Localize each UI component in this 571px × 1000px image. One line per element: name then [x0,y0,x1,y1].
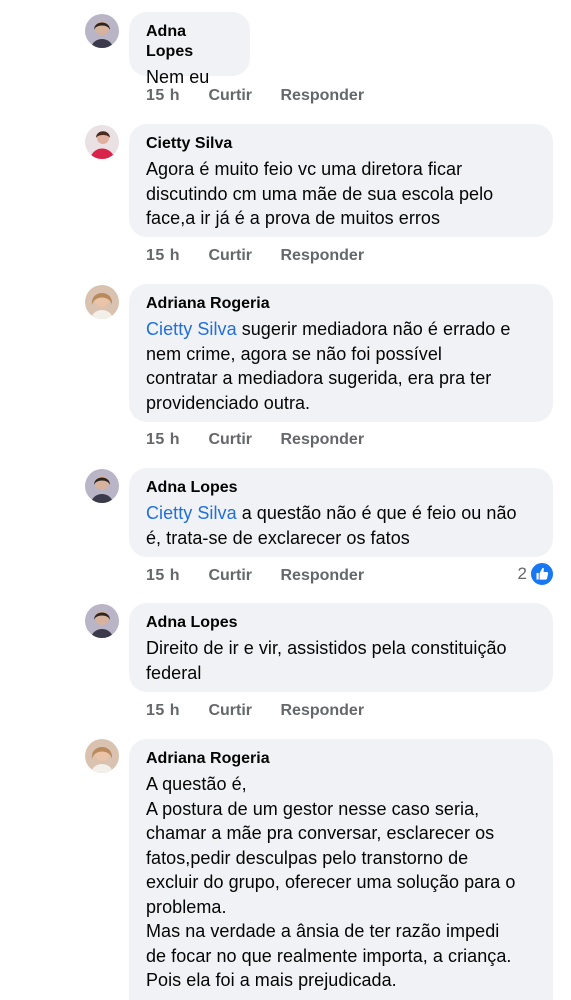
comment-bubble: Adna Lopes Direito de ir e vir, assistid… [129,603,553,692]
comment-line: é, trata-se de exclarecer os fatos [146,527,410,548]
comment-time[interactable]: 15 h [146,702,180,719]
avatar[interactable] [85,14,119,48]
comment-line: providenciado outra. [146,392,311,413]
comment-actions: 15 h Curtir Responder [146,702,388,720]
comment-line-text: sugerir mediadora não é errado e [236,319,511,339]
thumbs-up-like-icon [530,562,554,586]
comment-line: excluir do grupo, oferecer uma solução p… [146,872,516,892]
comment-time[interactable]: 15 h [146,567,180,584]
comment-text: Cietty Silva sugerir mediadora não é err… [146,317,536,415]
reply-button[interactable]: Responder [280,702,364,719]
avatar[interactable] [85,125,119,159]
comment-line: Agora é muito feio vc uma diretora ficar [146,159,463,179]
comment-line: federal [146,662,202,683]
comment-line: contratar a mediadora sugerida, era pra … [146,368,492,388]
reply-button[interactable]: Responder [280,431,364,448]
comment-line: chamar a mãe pra conversar, esclarecer o… [146,823,495,843]
comment-author[interactable]: Cietty Silva [146,134,536,154]
like-button[interactable]: Curtir [208,567,252,584]
comment-text: Agora é muito feio vc uma diretora ficar… [146,157,536,231]
comment-line: A questão é, [146,774,247,794]
comment-line: Mas na verdade a ânsia de ter razão impe… [146,921,500,941]
comment-author[interactable]: Adriana Rogeria [146,294,536,314]
comment-actions: 15 h Curtir Responder [146,87,388,105]
comment-line: A postura de um gestor nesse caso seria, [146,798,480,819]
reply-button[interactable]: Responder [280,247,364,264]
comment-line: Nem eu [146,67,210,87]
comment-bubble: Cietty Silva Agora é muito feio vc uma d… [129,124,553,237]
reaction-summary[interactable]: 2 [518,562,554,586]
comment-actions: 15 h Curtir Responder [146,247,388,265]
comment-author[interactable]: Adna Lopes [146,22,233,62]
comment-line: Cietty Silva sugerir mediadora não é err… [146,317,536,342]
like-button[interactable]: Curtir [208,87,252,104]
comment-line: discutindo cm uma mãe de sua escola pelo [146,183,494,204]
comment-line: Cietty Silva a questão não é que é feio … [146,501,536,526]
avatar[interactable] [85,285,119,319]
mention-link[interactable]: Cietty Silva [146,319,237,339]
comment-line: fatos,pedir desculpas pelo transtorno de [146,847,469,868]
avatar[interactable] [85,604,119,638]
avatar[interactable] [85,739,119,773]
comment-line: nem crime, agora se não foi possível [146,343,442,364]
comment-time[interactable]: 15 h [146,87,180,104]
comment-line-text: a questão não é que é feio ou não [236,503,517,523]
comment-actions: 15 h Curtir Responder [146,431,388,449]
comment-author[interactable]: Adna Lopes [146,478,536,498]
like-button[interactable]: Curtir [208,702,252,719]
like-button[interactable]: Curtir [208,247,252,264]
comment-bubble: Adriana Rogeria Cietty Silva sugerir med… [129,284,553,422]
comment-time[interactable]: 15 h [146,431,180,448]
comment-actions: 15 h Curtir Responder [146,567,388,585]
avatar[interactable] [85,469,119,503]
comment-time[interactable]: 15 h [146,247,180,264]
comment-text: Cietty Silva a questão não é que é feio … [146,501,536,550]
comment-line: Direito de ir e vir, assistidos pela con… [146,638,507,658]
comment-author[interactable]: Adna Lopes [146,613,536,633]
like-button[interactable]: Curtir [208,431,252,448]
comment-author[interactable]: Adriana Rogeria [146,749,536,769]
comment-bubble: Adna Lopes Nem eu [129,12,250,87]
comment-bubble: Adriana Rogeria A questão é, A postura d… [129,739,553,1000]
comment-text: Direito de ir e vir, assistidos pela con… [146,636,536,685]
mention-link[interactable]: Cietty Silva [146,503,237,523]
comment-bubble: Adna Lopes Cietty Silva a questão não é … [129,468,553,557]
comment-text: Nem eu [146,65,233,90]
comment-line: face,a ir já é a prova de muitos erros [146,208,441,228]
reply-button[interactable]: Responder [280,87,364,104]
comment-line: problema. [146,896,227,917]
comment-line: de focar no que realmente importa, a cri… [146,945,512,966]
comment-text: A questão é, A postura de um gestor ness… [146,772,536,993]
comment-line: Pois ela foi a mais prejudicada. [146,970,397,990]
reply-button[interactable]: Responder [280,567,364,584]
reaction-count: 2 [517,564,527,583]
